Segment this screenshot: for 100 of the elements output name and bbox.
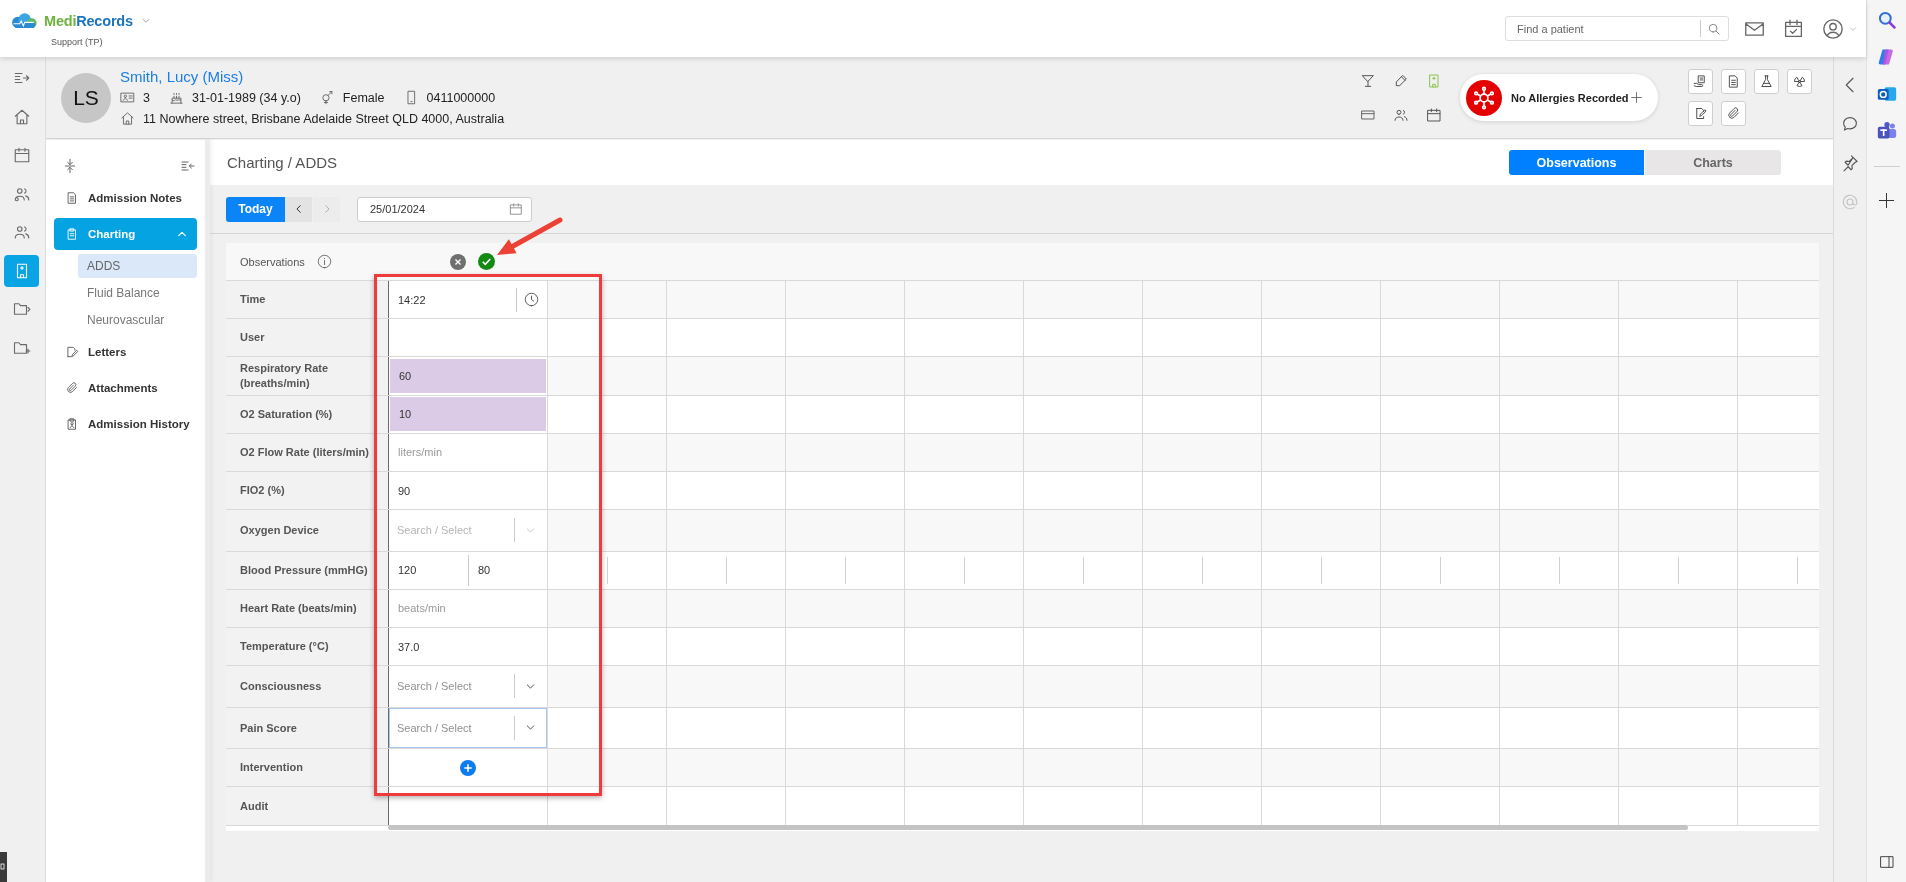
- nav-subitem[interactable]: Neurovascular: [78, 308, 197, 332]
- row-label: Time: [226, 281, 388, 319]
- panel-title: Observations: [240, 255, 305, 268]
- organisation-label: Support (TP): [51, 37, 104, 47]
- edit-document-icon: [1693, 106, 1708, 121]
- row-label: Respiratory Rate (breaths/min): [226, 357, 388, 395]
- attachment-button[interactable]: [1721, 101, 1746, 126]
- input-field[interactable]: 90: [389, 471, 547, 510]
- breadcrumb-title: Charting / ADDS: [227, 154, 338, 171]
- calendar-check-icon[interactable]: [1783, 18, 1804, 39]
- clock-icon[interactable]: [524, 292, 539, 308]
- input-field[interactable]: 10: [390, 397, 546, 432]
- calendar-icon[interactable]: [1426, 106, 1442, 123]
- home-icon: [120, 111, 135, 126]
- search-icon[interactable]: [1876, 10, 1897, 30]
- document-hand-icon: [1693, 74, 1708, 89]
- document-icon: [1726, 74, 1741, 89]
- scrollbar-thumb[interactable]: [388, 824, 1688, 830]
- nav-subitem[interactable]: ADDS: [78, 254, 197, 278]
- view-tab[interactable]: Charts: [1645, 150, 1781, 175]
- check-circle-icon[interactable]: [478, 253, 495, 270]
- nav-item[interactable]: Letters: [54, 336, 197, 368]
- nav-item[interactable]: Attachments: [54, 372, 197, 404]
- row-label: Pain Score: [226, 707, 388, 749]
- paperclip-icon: [65, 381, 79, 395]
- today-button[interactable]: Today: [226, 196, 285, 222]
- patient-name-link[interactable]: Smith, Lucy (Miss): [120, 66, 244, 87]
- view-tab[interactable]: Observations: [1509, 150, 1644, 175]
- mail-icon[interactable]: [1744, 20, 1765, 37]
- gender-icon: [319, 90, 335, 105]
- edit-button[interactable]: [1688, 101, 1713, 126]
- calendar-icon: [12, 146, 31, 164]
- cloud-logo-icon: [10, 12, 38, 30]
- input-field[interactable]: 37.0: [389, 628, 547, 666]
- input-field[interactable]: 80: [468, 554, 547, 586]
- chevron-up-icon[interactable]: [177, 229, 187, 239]
- input-field[interactable]: liters/min: [389, 433, 547, 471]
- patient-address: 11 Nowhere street, Brisbane Adelaide Street QLD 4000, Australia: [143, 111, 505, 126]
- row-label: O2 Saturation (%): [226, 395, 388, 433]
- document-button[interactable]: [1688, 69, 1713, 94]
- pen-paper-icon: [65, 345, 79, 359]
- rail-button[interactable]: [4, 254, 39, 287]
- plus-circle-icon[interactable]: [460, 759, 476, 776]
- pen-icon[interactable]: [1393, 72, 1409, 89]
- teams-icon[interactable]: [1876, 121, 1897, 141]
- row-label: O2 Flow Rate (liters/min): [226, 433, 388, 471]
- collapse-panel-icon[interactable]: [180, 158, 196, 174]
- pin-icon[interactable]: [1841, 154, 1859, 172]
- paperclip-icon: [1726, 106, 1741, 121]
- row-label: Heart Rate (beats/min): [226, 589, 388, 627]
- collapse-vertical-icon[interactable]: [62, 158, 78, 174]
- row-label: Intervention: [226, 749, 388, 787]
- document-icon: [65, 191, 79, 205]
- date-of-birth: 31-01-1989 (34 y.o): [191, 90, 301, 105]
- user-avatar-icon[interactable]: [1822, 17, 1844, 40]
- document-button[interactable]: [1721, 69, 1746, 94]
- folder-arrow-icon: [12, 300, 31, 318]
- nav-item[interactable]: Admission Notes: [54, 182, 197, 214]
- row-label: Blood Pressure (mmHG): [226, 551, 388, 589]
- radiation-icon: [1792, 74, 1807, 89]
- search-icon[interactable]: [1707, 21, 1721, 36]
- side-tab-icon[interactable]: [0, 852, 7, 882]
- calendar-icon[interactable]: [509, 202, 523, 216]
- virus-icon: [1466, 79, 1502, 116]
- plus-icon[interactable]: [1878, 192, 1895, 209]
- cocktail-glass-icon[interactable]: [1360, 72, 1376, 89]
- allergy-status-text: No Allergies Recorded: [1511, 91, 1629, 104]
- patient-search-field[interactable]: Find a patient: [1505, 16, 1729, 41]
- nav-item[interactable]: Admission History: [54, 408, 197, 440]
- input-field[interactable]: 60: [390, 358, 546, 394]
- sidebar-panel-icon[interactable]: [1878, 854, 1895, 870]
- patient-avatar: LS: [61, 72, 111, 123]
- input-field[interactable]: 120: [389, 554, 468, 586]
- row-label: Temperature (°C): [226, 628, 388, 666]
- birthday-cake-icon: [168, 90, 184, 105]
- brand-logo-text: MediRecords: [44, 13, 133, 29]
- gender-text: Female: [342, 90, 385, 105]
- row-label: Consciousness: [226, 666, 388, 707]
- date-field[interactable]: 25/01/2024: [357, 196, 532, 222]
- info-icon[interactable]: [316, 254, 332, 269]
- nav-subitem[interactable]: Fluid Balance: [78, 281, 197, 305]
- flask-button[interactable]: [1754, 69, 1779, 94]
- chevron-left-icon: [293, 204, 304, 214]
- radiation-button[interactable]: [1787, 69, 1812, 94]
- patient-id: 3: [143, 90, 150, 105]
- chat-bubble-icon[interactable]: [1841, 115, 1859, 133]
- flask-icon: [1759, 74, 1774, 89]
- home-icon: [12, 107, 31, 126]
- time-field[interactable]: 14:22: [389, 281, 547, 319]
- row-label: User: [226, 319, 388, 357]
- close-circle-icon[interactable]: [450, 253, 466, 270]
- input-field[interactable]: beats/min: [389, 589, 547, 627]
- outlook-icon[interactable]: [1876, 84, 1897, 104]
- clipboard-person-icon: [65, 417, 79, 431]
- id-card-icon: [120, 90, 135, 105]
- people-icon: [12, 223, 31, 241]
- phone-number: 0411000000: [426, 90, 496, 105]
- clipboard-icon: [65, 227, 79, 241]
- row-label: Oxygen Device: [226, 510, 388, 551]
- row-label: Audit: [226, 787, 388, 825]
